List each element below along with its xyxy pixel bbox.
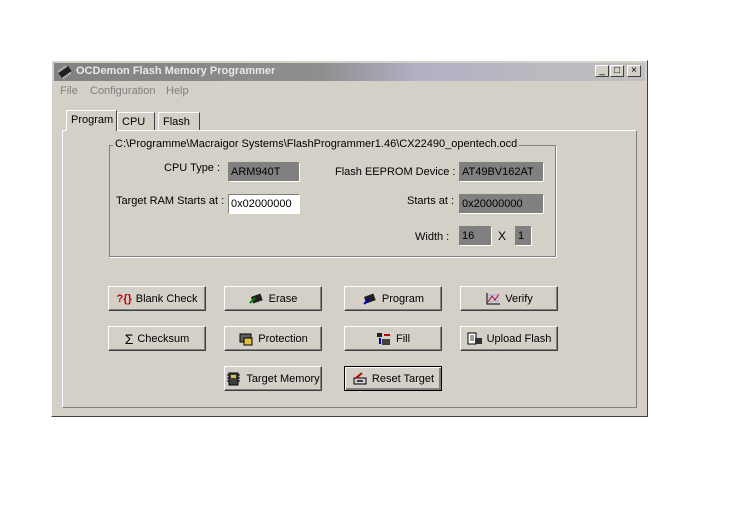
upload-flash-button[interactable]: Upload Flash bbox=[460, 326, 558, 351]
reset-target-label: Reset Target bbox=[371, 372, 435, 385]
window-title: OCDemon Flash Memory Programmer bbox=[76, 65, 276, 77]
close-button[interactable]: × bbox=[627, 65, 641, 77]
starts-at-label: Starts at : bbox=[407, 195, 455, 207]
protection-label: Protection bbox=[258, 332, 308, 345]
erase-label: Erase bbox=[268, 292, 298, 305]
tab-cpu[interactable]: CPU bbox=[117, 112, 155, 131]
verify-label: Verify bbox=[505, 292, 533, 305]
protection-button[interactable]: Protection bbox=[224, 326, 322, 351]
tab-program[interactable]: Program bbox=[66, 110, 117, 131]
minimize-button[interactable]: _ bbox=[595, 65, 609, 77]
app-window: OCDemon Flash Memory Programmer _ □ × Fi… bbox=[51, 60, 648, 417]
cpu-type-field: ARM940T bbox=[228, 162, 300, 182]
config-path-label: C:\Programme\Macraigor Systems\FlashProg… bbox=[113, 138, 520, 150]
erase-chip-icon bbox=[248, 293, 263, 304]
target-memory-button[interactable]: Target Memory bbox=[224, 366, 322, 391]
protection-chip-icon bbox=[239, 333, 253, 345]
width-field: 16 bbox=[459, 226, 492, 246]
program-label: Program bbox=[381, 292, 425, 305]
chip-app-icon bbox=[58, 65, 72, 79]
menu-configuration[interactable]: Configuration bbox=[90, 85, 155, 97]
maximize-button[interactable]: □ bbox=[610, 65, 624, 77]
program-chip-icon bbox=[363, 293, 376, 305]
flash-device-label: Flash EEPROM Device : bbox=[335, 166, 456, 178]
count-field: 1 bbox=[515, 226, 532, 246]
tab-flash[interactable]: Flash bbox=[158, 112, 200, 131]
width-label: Width : bbox=[415, 231, 450, 243]
starts-at-field: 0x20000000 bbox=[459, 194, 544, 214]
sigma-icon: Σ bbox=[124, 330, 134, 347]
blank-check-icon: ?{} bbox=[116, 292, 132, 305]
menu-help[interactable]: Help bbox=[166, 85, 189, 97]
target-ram-label: Target RAM Starts at : bbox=[116, 195, 225, 207]
target-memory-label: Target Memory bbox=[246, 372, 320, 385]
reset-target-button[interactable]: Reset Target bbox=[344, 366, 442, 391]
verify-button[interactable]: Verify bbox=[460, 286, 558, 311]
menu-bar: File Configuration Help bbox=[54, 83, 645, 101]
menu-file[interactable]: File bbox=[60, 85, 78, 97]
blank-check-label: Blank Check bbox=[135, 292, 198, 305]
erase-button[interactable]: Erase bbox=[224, 286, 322, 311]
fill-label: Fill bbox=[395, 332, 411, 345]
checksum-button[interactable]: Σ Checksum bbox=[108, 326, 206, 351]
title-bar[interactable]: OCDemon Flash Memory Programmer _ □ × bbox=[54, 63, 645, 81]
reset-target-icon bbox=[353, 371, 367, 384]
program-button[interactable]: Program bbox=[344, 286, 442, 311]
upload-flash-icon bbox=[467, 332, 482, 344]
verify-graph-icon bbox=[486, 292, 501, 304]
cpu-type-label: CPU Type : bbox=[164, 162, 221, 174]
target-memory-icon bbox=[227, 372, 241, 385]
flash-device-field: AT49BV162AT bbox=[459, 162, 544, 182]
upload-flash-label: Upload Flash bbox=[486, 332, 552, 345]
fill-icon bbox=[376, 332, 390, 345]
target-ram-input[interactable]: 0x02000000 bbox=[228, 194, 300, 214]
times-sign: X bbox=[498, 229, 507, 243]
fill-button[interactable]: Fill bbox=[344, 326, 442, 351]
checksum-label: Checksum bbox=[137, 332, 190, 345]
blank-check-button[interactable]: ?{} Blank Check bbox=[108, 286, 206, 311]
